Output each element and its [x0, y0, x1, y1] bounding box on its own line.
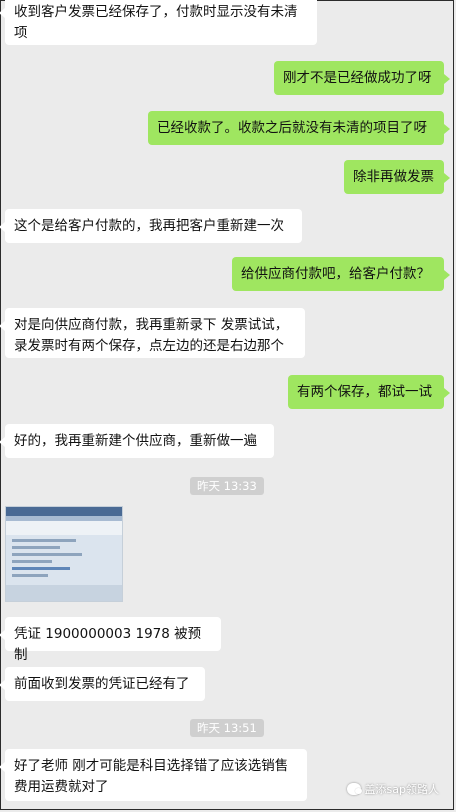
message-text: 收到客户发票已经保存了，付款时显示没有未清项: [14, 4, 298, 41]
message-text: 有两个保存，都试一试: [297, 384, 432, 400]
message-bubble[interactable]: 给供应商付款吧，给客户付款？: [232, 257, 450, 291]
message-bubble[interactable]: 除非再做发票: [344, 160, 450, 194]
message-text: 给供应商付款吧，给客户付款？: [241, 266, 430, 282]
message-text: 凭证 1900000003 1978 被预制: [14, 626, 202, 663]
image-thumbnail[interactable]: [5, 506, 123, 602]
timestamp: 昨天 13:51: [190, 719, 264, 737]
message-bubble[interactable]: 刚才不是已经做成功了呀: [274, 61, 450, 95]
message-text: 前面收到发票的凭证已经有了: [14, 676, 190, 692]
message-bubble[interactable]: 好了老师 刚才可能是科目选择错了应该选销售费用运费就对了: [0, 749, 307, 801]
message-text: 已经收款了。收款之后就没有未清的项目了呀: [157, 120, 427, 136]
watermark: 盖添sap领路人: [346, 781, 439, 797]
message-text: 刚才不是已经做成功了呀: [283, 70, 432, 86]
message-bubble[interactable]: 已经收款了。收款之后就没有未清的项目了呀: [148, 111, 450, 145]
message-text: 除非再做发票: [353, 169, 434, 185]
message-bubble[interactable]: 凭证 1900000003 1978 被预制: [0, 617, 221, 663]
message-bubble[interactable]: 前面收到发票的凭证已经有了: [0, 667, 205, 701]
message-bubble[interactable]: 收到客户发票已经保存了，付款时显示没有未清项: [0, 0, 317, 45]
wechat-icon: [346, 783, 362, 795]
watermark-text: 盖添sap领路人: [364, 783, 439, 796]
message-text: 好的，我再重新建个供应商，重新做一遍: [14, 433, 257, 449]
message-bubble[interactable]: 有两个保存，都试一试: [288, 375, 450, 409]
message-bubble[interactable]: 好的，我再重新建个供应商，重新做一遍: [0, 424, 274, 458]
message-text: 好了老师 刚才可能是科目选择错了应该选销售费用运费就对了: [14, 758, 289, 795]
chat-window: 收到客户发票已经保存了，付款时显示没有未清项 刚才不是已经做成功了呀 已经收款了…: [0, 0, 454, 810]
message-text: 这个是给客户付款的，我再把客户重新建一次: [14, 218, 284, 234]
message-text: 对是向供应商付款，我再重新录下 发票试试，录发票时有两个保存，点左边的还是右边那…: [14, 317, 289, 354]
timestamp: 昨天 13:33: [190, 477, 264, 495]
message-bubble[interactable]: 对是向供应商付款，我再重新录下 发票试试，录发票时有两个保存，点左边的还是右边那…: [0, 308, 305, 358]
message-bubble[interactable]: 这个是给客户付款的，我再把客户重新建一次: [0, 209, 302, 243]
